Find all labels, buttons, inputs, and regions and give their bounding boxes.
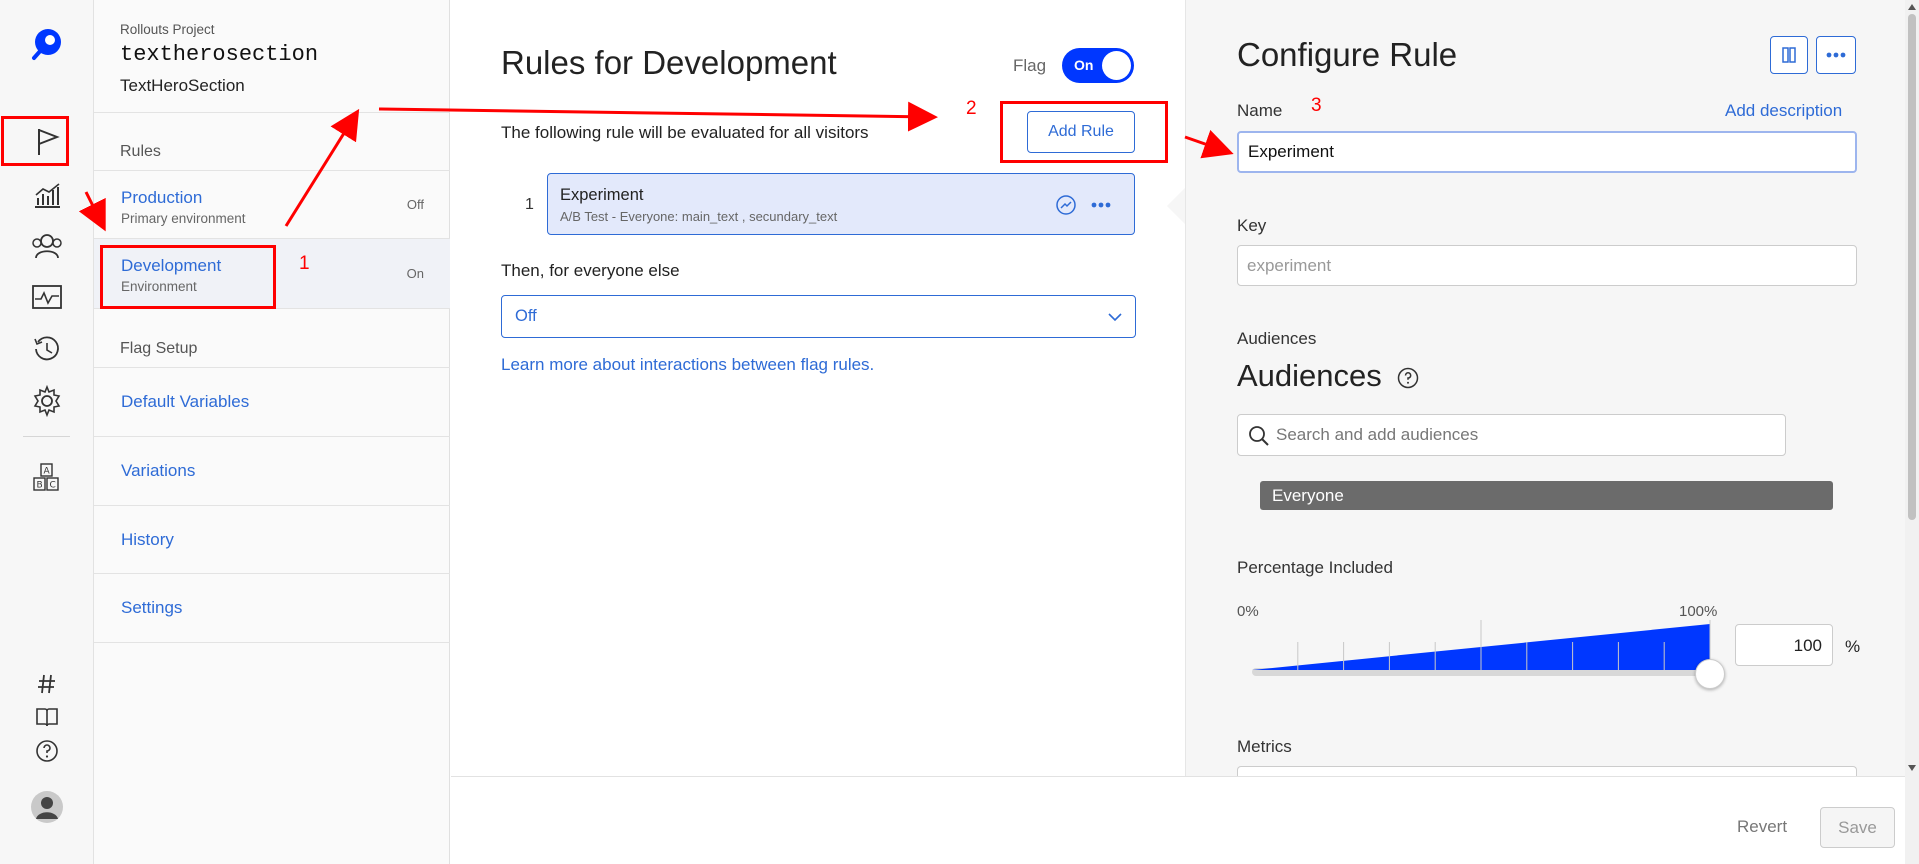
nav-divider [94,112,450,113]
audience-chip-everyone[interactable]: Everyone [1260,481,1833,510]
range-min: 0% [1237,603,1259,620]
rules-section-title: Rules [120,143,161,160]
else-variation-select[interactable]: Off [501,295,1136,338]
panel-more-button[interactable] [1816,36,1856,74]
more-options-icon [1826,52,1846,58]
flag-name: TextHeroSection [120,76,245,95]
rail-divider [23,436,70,437]
learn-more-link[interactable]: Learn more about interactions between fl… [501,355,874,375]
svg-text:A: A [44,467,51,477]
rule-subtitle: A/B Test - Everyone: main_text , secunda… [560,209,838,224]
revert-button[interactable]: Revert [1737,817,1787,837]
rule-index: 1 [525,196,534,213]
avatar[interactable] [27,787,67,827]
nav-item-label: Settings [121,598,183,617]
add-description-link[interactable]: Add description [1725,101,1842,121]
footer-bar: Revert Save [451,776,1905,864]
help-icon[interactable] [1397,367,1419,389]
history-icon[interactable] [27,329,67,369]
nav-item-label: Default Variables [121,392,250,411]
events-icon[interactable] [27,277,67,317]
annotation-number: 1 [299,253,310,274]
env-item-production[interactable]: Production Primary environment Off [94,171,450,239]
abc-blocks-icon[interactable]: ABC [27,458,67,498]
scroll-up-arrow[interactable] [1908,4,1916,10]
chip-label: Everyone [1272,486,1344,505]
audiences-heading: Audiences [1237,358,1382,393]
project-label: Rollouts Project [120,22,215,37]
nav-item-variations[interactable]: Variations [94,437,450,506]
scroll-thumb[interactable] [1908,14,1916,520]
percent-sign: % [1845,637,1861,656]
key-label: Key [1237,216,1267,235]
panel-title: Configure Rule [1237,36,1458,73]
analytics-icon[interactable] [27,175,67,215]
annotation-box-add-rule [1000,101,1168,163]
rule-card-experiment[interactable]: Experiment A/B Test - Everyone: main_tex… [547,173,1135,235]
columns-icon [1782,47,1796,63]
else-label: Then, for everyone else [501,261,680,280]
flag-nav-panel: Rollouts Project textherosection TextHer… [94,0,450,864]
env-status: On [406,266,424,281]
panel-pointer [1167,188,1185,224]
flag-setup-section-title: Flag Setup [120,340,198,357]
annotation-box-development [100,245,276,309]
annotation-box-flag-icon [1,116,69,166]
svg-text:B: B [37,481,43,491]
search-icon [1249,426,1269,446]
scrollbar[interactable] [1905,0,1919,864]
rule-key-input[interactable]: experiment [1237,245,1857,286]
svg-text:C: C [50,481,56,491]
settings-gear-icon[interactable] [27,381,67,421]
rollouts-logo-icon[interactable] [27,24,67,64]
percentage-label: Percentage Included [1237,558,1393,577]
results-chart-icon[interactable] [1056,195,1076,215]
toggle-state: On [1074,57,1094,73]
nav-item-settings[interactable]: Settings [94,574,450,643]
scroll-down-arrow[interactable] [1908,765,1916,771]
env-status: Off [406,197,424,212]
audience-search-input[interactable]: Search and add audiences [1237,414,1786,456]
nav-item-default-variables[interactable]: Default Variables [94,368,450,437]
flag-key: textherosection [120,42,319,67]
flag-toggle[interactable]: On [1062,48,1134,83]
nav-item-history[interactable]: History [94,506,450,574]
rule-name: Experiment [560,186,644,204]
search-placeholder: Search and add audiences [1276,425,1479,444]
chevron-down-icon [1107,310,1123,324]
save-button[interactable]: Save [1820,807,1895,848]
rule-name-input[interactable]: Experiment [1237,131,1857,173]
flag-toggle-label: Flag [1013,56,1047,75]
help-icon[interactable] [27,731,67,771]
name-label: Name [1237,101,1283,120]
annotation-number: 2 [966,98,977,119]
select-value: Off [515,307,537,325]
page-title: Rules for Development [501,44,837,81]
percentage-slider[interactable] [1252,620,1725,689]
audiences-label: Audiences [1237,329,1317,348]
rules-description: The following rule will be evaluated for… [501,123,869,142]
nav-item-label: Variations [121,461,196,480]
annotation-number: 3 [1311,95,1322,116]
audiences-icon[interactable] [27,226,67,266]
percentage-input[interactable]: 100 [1735,624,1833,666]
env-subtitle: Primary environment [121,211,246,226]
nav-item-label: History [121,530,174,549]
toggle-knob [1102,51,1131,80]
more-options-icon[interactable] [1090,195,1112,215]
slider-knob[interactable] [1695,659,1725,689]
metrics-label: Metrics [1237,737,1292,756]
split-view-button[interactable] [1770,36,1808,74]
env-name: Production [121,188,203,207]
range-max: 100% [1679,603,1718,620]
configure-rule-panel: Configure Rule Name Add description Expe… [1185,0,1905,864]
